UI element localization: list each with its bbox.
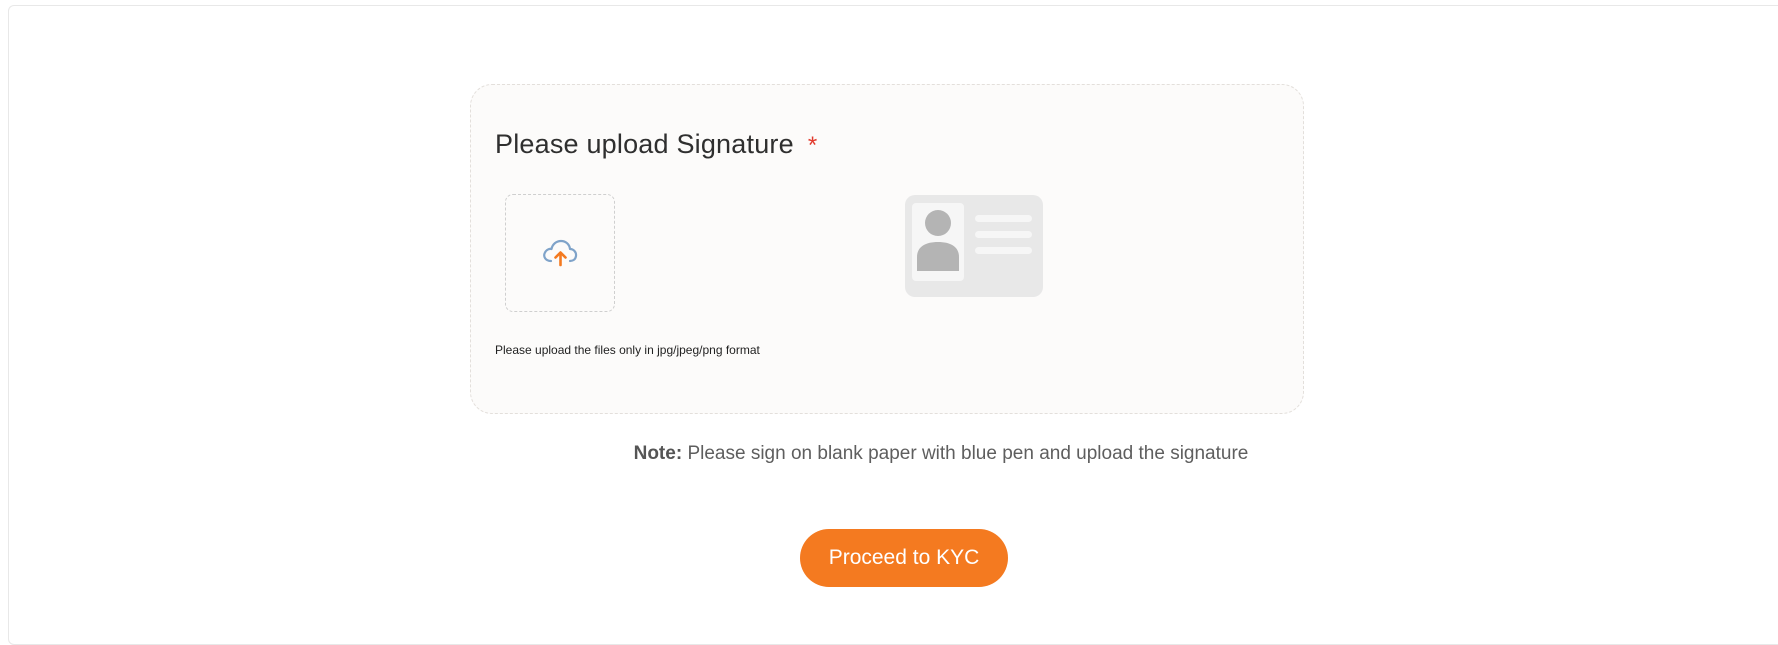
required-marker: * [807,132,818,159]
signature-note: Note: Please sign on blank paper with bl… [0,443,1778,465]
signature-upload-panel: Please upload Signature * Please upload t… [470,84,1304,414]
upload-title-text: Please upload Signature [495,129,794,159]
signature-dropzone[interactable] [505,194,615,312]
id-card-icon [905,195,1043,297]
cloud-upload-icon [541,236,579,270]
proceed-to-kyc-button[interactable]: Proceed to KYC [800,529,1008,587]
format-hint: Please upload the files only in jpg/jpeg… [495,343,760,357]
note-label: Note: [633,443,683,464]
note-text: Please sign on blank paper with blue pen… [687,443,1249,464]
upload-title: Please upload Signature * [495,129,817,160]
